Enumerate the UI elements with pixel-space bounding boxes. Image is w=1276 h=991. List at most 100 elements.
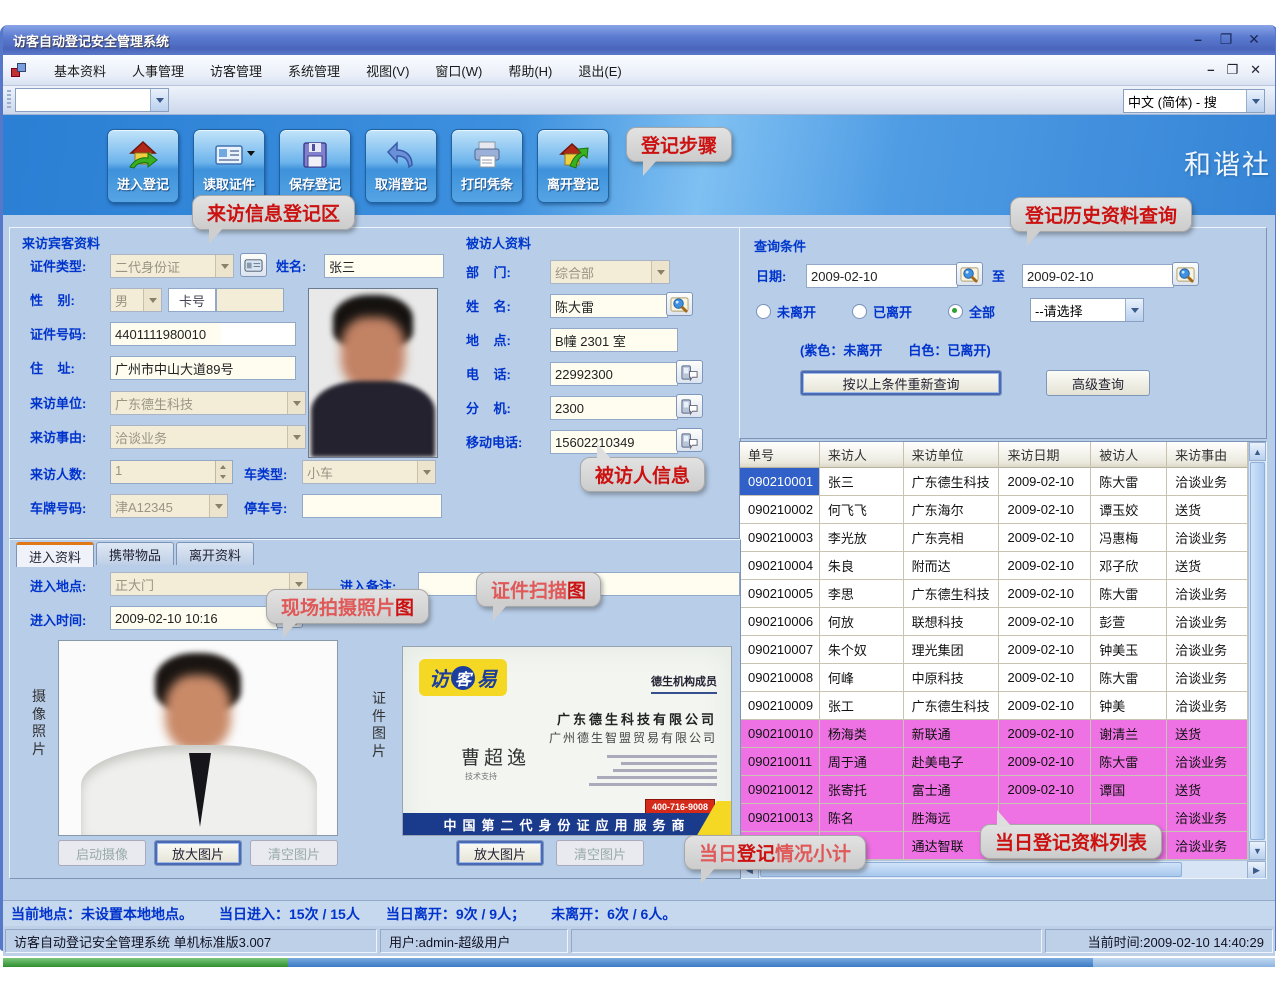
table-cell[interactable]: 090210009 bbox=[740, 692, 820, 720]
table-cell[interactable]: 2009-02-10 bbox=[999, 776, 1091, 804]
table-row[interactable]: 090210002何飞飞广东海尔2009-02-10谭玉姣送货 bbox=[740, 496, 1248, 524]
date-from-picker-button[interactable] bbox=[956, 262, 983, 286]
table-cell[interactable]: 李光放 bbox=[820, 524, 904, 552]
menu-item-5[interactable]: 窗口(W) bbox=[422, 57, 495, 84]
chevron-down-icon[interactable] bbox=[150, 89, 168, 111]
table-row[interactable]: 090210003李光放广东亮相2009-02-10冯惠梅洽谈业务 bbox=[740, 524, 1248, 552]
card-reader-button[interactable] bbox=[240, 253, 267, 277]
table-cell[interactable]: 朱良 bbox=[820, 552, 904, 580]
table-cell[interactable]: 陈大雷 bbox=[1091, 580, 1167, 608]
table-cell[interactable]: 090210010 bbox=[740, 720, 820, 748]
table-cell[interactable]: 2009-02-10 bbox=[999, 496, 1091, 524]
menu-item-7[interactable]: 退出(E) bbox=[565, 57, 634, 84]
table-cell[interactable]: 090210004 bbox=[740, 552, 820, 580]
scrollbar-thumb[interactable] bbox=[1250, 462, 1265, 840]
table-cell[interactable]: 广东亮相 bbox=[904, 524, 1000, 552]
table-cell[interactable]: 联想科技 bbox=[904, 608, 1000, 636]
table-cell[interactable]: 陈名 bbox=[820, 804, 904, 832]
table-row[interactable]: 090210012张寄托富士通2009-02-10谭国送货 bbox=[740, 776, 1248, 804]
table-cell[interactable]: 090210005 bbox=[740, 580, 820, 608]
visitor-name-input[interactable]: 张三 bbox=[324, 254, 444, 278]
chevron-down-icon[interactable] bbox=[247, 151, 255, 160]
table-cell[interactable]: 2009-02-10 bbox=[999, 720, 1091, 748]
radio-未离开[interactable]: 未离开 bbox=[756, 302, 816, 321]
table-cell[interactable]: 广东海尔 bbox=[904, 496, 1000, 524]
child-restore-icon[interactable]: ❐ bbox=[1226, 62, 1238, 78]
column-header-0[interactable]: 单号 bbox=[740, 442, 820, 468]
table-cell[interactable]: 090210013 bbox=[740, 804, 820, 832]
table-cell[interactable]: 广东德生科技 bbox=[904, 468, 1000, 496]
id-number-input[interactable]: 4401111980010 bbox=[110, 322, 296, 346]
table-cell[interactable]: 送货 bbox=[1167, 552, 1248, 580]
phone-input[interactable]: 22992300 bbox=[550, 362, 678, 386]
table-cell[interactable]: 洽谈业务 bbox=[1167, 580, 1248, 608]
column-header-4[interactable]: 被访人 bbox=[1091, 442, 1167, 468]
table-cell[interactable]: 周于通 bbox=[820, 748, 904, 776]
toolbar-button-4[interactable]: 打印凭条 bbox=[451, 129, 523, 203]
table-cell[interactable]: 2009-02-10 bbox=[999, 636, 1091, 664]
column-header-2[interactable]: 来访单位 bbox=[904, 442, 1000, 468]
table-cell[interactable]: 陈大雷 bbox=[1091, 748, 1167, 776]
table-cell[interactable]: 富士通 bbox=[904, 776, 1000, 804]
radio-icon[interactable] bbox=[756, 304, 771, 319]
date-to-input[interactable]: 2009-02-10 bbox=[1022, 264, 1174, 288]
mobile-input[interactable]: 15602210349 bbox=[550, 430, 678, 454]
table-cell[interactable]: 彭萱 bbox=[1091, 608, 1167, 636]
table-cell[interactable]: 钟美 bbox=[1091, 692, 1167, 720]
table-cell[interactable]: 理光集团 bbox=[904, 636, 1000, 664]
table-row[interactable]: 090210001张三广东德生科技2009-02-10陈大雷洽谈业务 bbox=[740, 468, 1248, 496]
table-cell[interactable]: 洽谈业务 bbox=[1167, 804, 1248, 832]
table-cell[interactable]: 洽谈业务 bbox=[1167, 468, 1248, 496]
table-cell[interactable]: 2009-02-10 bbox=[999, 664, 1091, 692]
tab-携带物品[interactable]: 携带物品 bbox=[96, 542, 174, 565]
table-cell[interactable]: 送货 bbox=[1167, 720, 1248, 748]
chevron-down-icon[interactable] bbox=[1125, 299, 1143, 321]
tab-进入资料[interactable]: 进入资料 bbox=[16, 542, 94, 567]
column-header-3[interactable]: 来访日期 bbox=[999, 442, 1091, 468]
child-minimize-icon[interactable]: – bbox=[1207, 62, 1214, 78]
table-row[interactable]: 090210006何放联想科技2009-02-10彭萱洽谈业务 bbox=[740, 608, 1248, 636]
table-cell[interactable]: 冯惠梅 bbox=[1091, 524, 1167, 552]
entry-time-input[interactable]: 2009-02-10 10:16 bbox=[110, 606, 278, 630]
radio-icon[interactable] bbox=[948, 304, 963, 319]
address-input[interactable]: 广州市中山大道89号 bbox=[110, 356, 296, 380]
table-cell[interactable]: 090210007 bbox=[740, 636, 820, 664]
table-cell[interactable]: 张三 bbox=[820, 468, 904, 496]
menu-item-4[interactable]: 视图(V) bbox=[353, 57, 422, 84]
table-cell[interactable]: 广东德生科技 bbox=[904, 580, 1000, 608]
table-cell[interactable]: 洽谈业务 bbox=[1167, 832, 1248, 860]
table-cell[interactable]: 2009-02-10 bbox=[999, 748, 1091, 776]
table-cell[interactable]: 何放 bbox=[820, 608, 904, 636]
visited-name-search-button[interactable] bbox=[666, 292, 693, 316]
dial-mobile-button[interactable] bbox=[676, 428, 703, 452]
quick-select-combo[interactable] bbox=[15, 88, 169, 112]
table-cell[interactable]: 090210002 bbox=[740, 496, 820, 524]
chevron-down-icon[interactable] bbox=[1246, 90, 1264, 112]
table-cell[interactable]: 洽谈业务 bbox=[1167, 664, 1248, 692]
restore-icon[interactable]: ❐ bbox=[1217, 32, 1235, 48]
visited-name-input[interactable]: 陈大雷 bbox=[550, 294, 668, 318]
radio-全部[interactable]: 全部 bbox=[948, 302, 995, 321]
tab-离开资料[interactable]: 离开资料 bbox=[176, 542, 254, 565]
date-to-picker-button[interactable] bbox=[1172, 262, 1199, 286]
table-row[interactable]: 090210009张工广东德生科技2009-02-10钟美洽谈业务 bbox=[740, 692, 1248, 720]
location-input[interactable]: B幢 2301 室 bbox=[550, 328, 678, 352]
menu-item-2[interactable]: 访客管理 bbox=[197, 57, 275, 84]
table-cell[interactable]: 090210006 bbox=[740, 608, 820, 636]
radio-已离开[interactable]: 已离开 bbox=[852, 302, 912, 321]
advanced-query-button[interactable]: 高级查询 bbox=[1046, 370, 1150, 396]
ext-input[interactable]: 2300 bbox=[550, 396, 678, 420]
table-cell[interactable]: 钟美玉 bbox=[1091, 636, 1167, 664]
status-filter-combo[interactable]: --请选择 bbox=[1030, 298, 1144, 322]
table-cell[interactable]: 何飞飞 bbox=[820, 496, 904, 524]
table-cell[interactable]: 2009-02-10 bbox=[999, 552, 1091, 580]
table-cell[interactable]: 陈大雷 bbox=[1091, 664, 1167, 692]
column-header-5[interactable]: 来访事由 bbox=[1167, 442, 1248, 468]
menu-item-1[interactable]: 人事管理 bbox=[119, 57, 197, 84]
menu-item-6[interactable]: 帮助(H) bbox=[495, 57, 565, 84]
table-cell[interactable]: 洽谈业务 bbox=[1167, 636, 1248, 664]
date-from-input[interactable]: 2009-02-10 bbox=[806, 264, 958, 288]
table-cell[interactable]: 何峰 bbox=[820, 664, 904, 692]
table-row[interactable]: 090210005李思广东德生科技2009-02-10陈大雷洽谈业务 bbox=[740, 580, 1248, 608]
close-icon[interactable]: ✕ bbox=[1245, 32, 1263, 48]
